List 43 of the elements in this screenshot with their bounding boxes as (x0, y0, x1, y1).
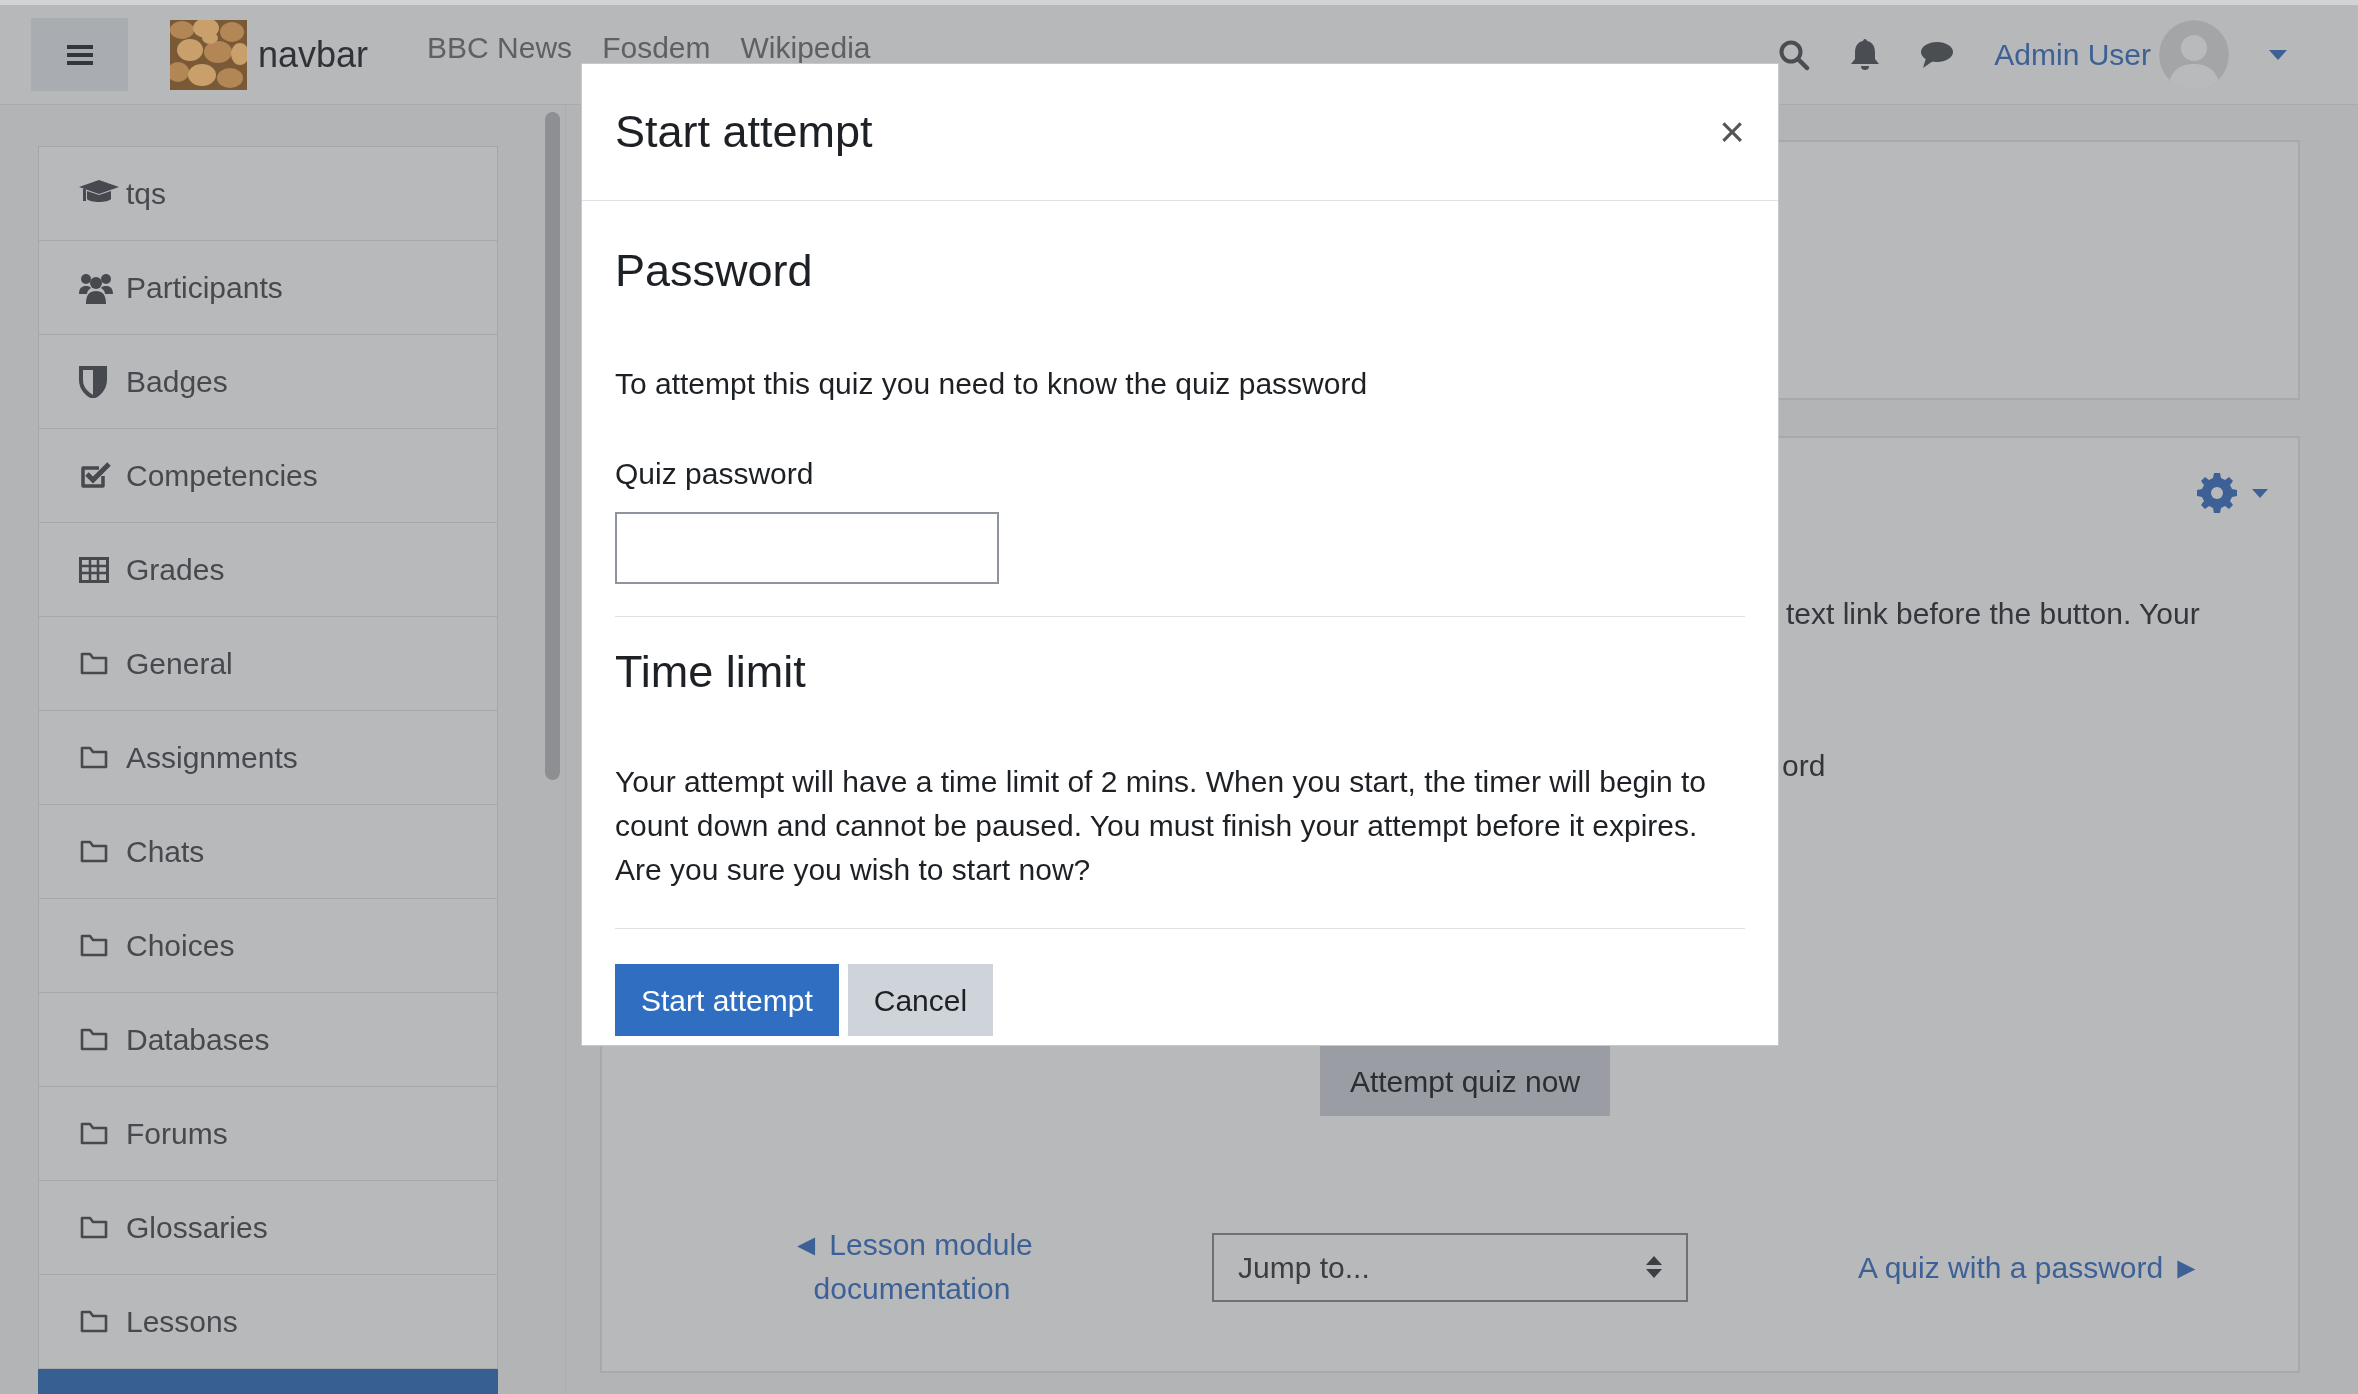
checkbox-icon (79, 461, 111, 490)
password-field[interactable] (615, 512, 999, 584)
folder-icon (79, 745, 109, 770)
folder-icon (79, 839, 109, 864)
folder-icon (79, 1027, 109, 1052)
settings-icon[interactable] (2196, 472, 2238, 514)
start-attempt-button[interactable]: Start attempt (615, 964, 839, 1036)
close-button[interactable]: × (1719, 110, 1745, 154)
table-icon (79, 556, 109, 583)
caret-icon[interactable] (2269, 49, 2287, 60)
folder-icon (79, 1309, 109, 1334)
modal-title: Start attempt (615, 105, 873, 160)
menu-button[interactable] (31, 18, 128, 91)
chat-icon[interactable] (1920, 39, 1955, 70)
next-activity-link[interactable]: A quiz with a password ► (1858, 1244, 2202, 1290)
search-icon[interactable] (1778, 38, 1811, 71)
users-icon (79, 271, 113, 304)
caret-icon[interactable] (2252, 488, 2268, 498)
user-name-link[interactable]: Admin User (1994, 32, 2151, 77)
paragraph-text: Your attempt will have a time limit of 2 mins. When you start, the timer will begin to count down and cannot be paused. You must finish your attempt before it expires. Are you sure you wish to start now? (615, 764, 1707, 888)
cancel-button[interactable]: Cancel (847, 964, 994, 1036)
section-heading: Password (615, 244, 814, 298)
folder-icon (79, 1215, 109, 1240)
site-name[interactable]: navbar (258, 27, 369, 82)
nav-link[interactable]: BBC News (423, 31, 577, 64)
nav-link[interactable]: Fosdem (598, 31, 715, 64)
sort-arrows-icon (1646, 1256, 1662, 1278)
paragraph-text: ord (1782, 748, 1827, 784)
menu-icon (66, 43, 93, 66)
folder-icon (79, 1121, 109, 1146)
section-heading: Time limit (615, 645, 807, 699)
paragraph-text: To attempt this quiz you need to know the quiz password (615, 366, 1369, 402)
folder-icon (79, 933, 109, 958)
nav-link[interactable]: Wikipedia (736, 31, 875, 64)
folder-icon (79, 651, 109, 676)
scrollbar[interactable] (545, 112, 560, 780)
field-label: Quiz password (615, 456, 815, 492)
previous-activity-link[interactable]: ◄ Lesson module documentation (772, 1223, 1052, 1311)
paragraph-text: text link before the button. Your (1786, 596, 2201, 632)
bell-icon[interactable] (1850, 37, 1881, 72)
jump-to-select[interactable]: Jump to... (1212, 1232, 1688, 1302)
attempt-quiz-button[interactable]: Attempt quiz now (1320, 1046, 1610, 1116)
shield-icon (79, 365, 107, 398)
